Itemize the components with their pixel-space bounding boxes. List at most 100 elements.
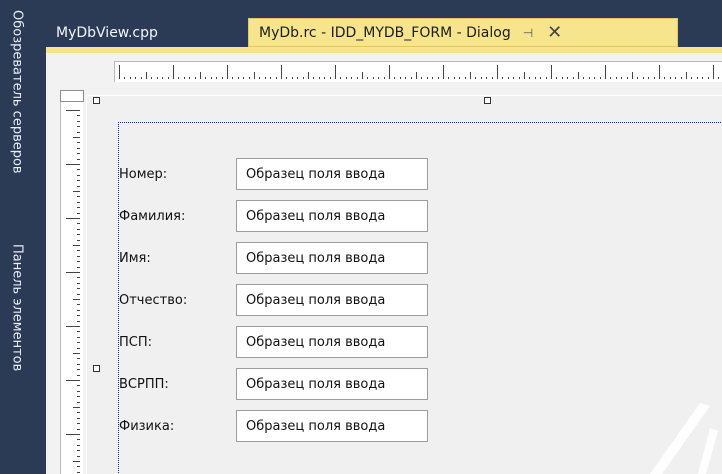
ruler-tick (702, 77, 704, 79)
ruler-tick (77, 304, 80, 306)
vertical-ruler[interactable] (60, 90, 84, 474)
ruler-tick (73, 299, 80, 300)
ruler-tick (77, 336, 80, 338)
field-label: ПСП: (119, 335, 153, 350)
edit-control[interactable]: Образец поля ввода (236, 326, 428, 358)
ruler-tick (77, 363, 80, 365)
ruler-tick (421, 77, 423, 79)
ruler-tick (77, 115, 80, 117)
ruler-tick (77, 131, 80, 133)
tab-mydbview-cpp-label: MyDbView.cpp (56, 24, 158, 41)
ruler-tick (362, 72, 363, 79)
edit-control[interactable]: Образец поля ввода (236, 368, 428, 400)
ruler-tick (77, 153, 80, 155)
ruler-tick (318, 77, 320, 79)
ruler-tick (146, 72, 147, 79)
ruler-tick (486, 77, 488, 79)
ruler-tick (77, 212, 80, 214)
field-label: Имя: (119, 251, 151, 266)
resize-handle-top-middle[interactable] (484, 97, 491, 104)
ruler-tick (286, 77, 288, 79)
edit-control[interactable]: Образец поля ввода (236, 158, 428, 190)
ruler-tick (77, 239, 80, 241)
ruler-tick (556, 77, 558, 79)
edit-control[interactable]: Образец поля ввода (236, 200, 428, 232)
horizontal-ruler[interactable] (114, 61, 722, 82)
ruler-tick (77, 396, 80, 398)
ruler-tick (77, 347, 80, 349)
ruler-tick (448, 77, 450, 79)
resize-handle-middle-left[interactable] (93, 365, 100, 372)
tab-mydb-rc-dialog[interactable]: MyDb.rc - IDD_MYDB_FORM - Dialog ⊣ ✕ (248, 18, 678, 47)
ruler-tick (480, 77, 482, 79)
ruler-tick (77, 228, 80, 230)
ruler-tick (232, 77, 234, 79)
ruler-tick (497, 65, 498, 79)
ruler-tick (77, 282, 80, 284)
ruler-tick (77, 120, 80, 122)
ruler-tick (77, 401, 80, 403)
ruler-tick (588, 77, 590, 79)
ruler-tick (529, 77, 531, 79)
ruler-tick (66, 272, 80, 273)
ruler-tick (77, 223, 80, 225)
ruler-tick (77, 169, 80, 171)
ruler-tick (216, 77, 218, 79)
edit-control[interactable]: Образец поля ввода (236, 242, 428, 274)
pin-icon[interactable]: ⊣ (523, 26, 533, 40)
ruler-tick (610, 77, 612, 79)
ruler-tick (437, 77, 439, 79)
ruler-tick (632, 72, 633, 79)
ruler-tick (77, 471, 80, 473)
ruler-tick (66, 380, 80, 381)
close-icon[interactable]: ✕ (547, 22, 562, 43)
ruler-tick (675, 77, 677, 79)
ruler-tick (308, 72, 309, 79)
ruler-tick (73, 191, 80, 192)
toolbox-tab-label: Панель элементов (9, 244, 25, 372)
ruler-tick (524, 72, 525, 79)
ruler-tick (345, 77, 347, 79)
edit-control[interactable]: Образец поля ввода (236, 284, 428, 316)
ruler-tick (297, 77, 299, 79)
document-tab-bar: MyDbView.cpp MyDb.rc - IDD_MYDB_FORM - D… (46, 18, 722, 47)
ruler-tick (200, 72, 201, 79)
ruler-tick (221, 77, 223, 79)
resize-handle-top-left[interactable] (93, 97, 100, 104)
ruler-tick (551, 65, 552, 79)
ruler-tick (237, 77, 239, 79)
ruler-tick (356, 77, 358, 79)
ruler-tick (313, 77, 315, 79)
ruler-tick (594, 77, 596, 79)
ruler-tick (664, 77, 666, 79)
ruler-tick (696, 77, 698, 79)
ruler-tick (567, 77, 569, 79)
ruler-tick (540, 77, 542, 79)
ruler-tick (77, 288, 80, 290)
ruler-tick (129, 77, 131, 79)
tab-mydbview-cpp[interactable]: MyDbView.cpp (46, 18, 236, 47)
toolbox-tab[interactable]: Панель элементов (4, 244, 30, 394)
edit-control[interactable]: Образец поля ввода (236, 410, 428, 442)
ruler-tick (291, 77, 293, 79)
field-label: Номер: (119, 167, 168, 182)
ruler-tick (534, 77, 536, 79)
ruler-tick (77, 385, 80, 387)
ruler-tick (399, 77, 401, 79)
ruler-tick (178, 77, 180, 79)
ruler-tick (432, 77, 434, 79)
ruler-tick (669, 77, 671, 79)
ruler-tick (167, 77, 169, 79)
ruler-tick (248, 77, 250, 79)
ruler-tick (77, 417, 80, 419)
ruler-tick (73, 245, 80, 246)
ruler-tick (77, 450, 80, 452)
ruler-tick (680, 77, 682, 79)
dialog-form[interactable]: Номер: Образец поля ввода Фамилия: Образец … (118, 122, 722, 474)
ruler-tick (77, 180, 80, 182)
ruler-tick (259, 77, 261, 79)
ruler-tick (77, 196, 80, 198)
ruler-tick (77, 158, 80, 160)
ruler-tick (335, 65, 336, 79)
server-explorer-tab[interactable]: Обозреватель серверов (4, 10, 30, 230)
